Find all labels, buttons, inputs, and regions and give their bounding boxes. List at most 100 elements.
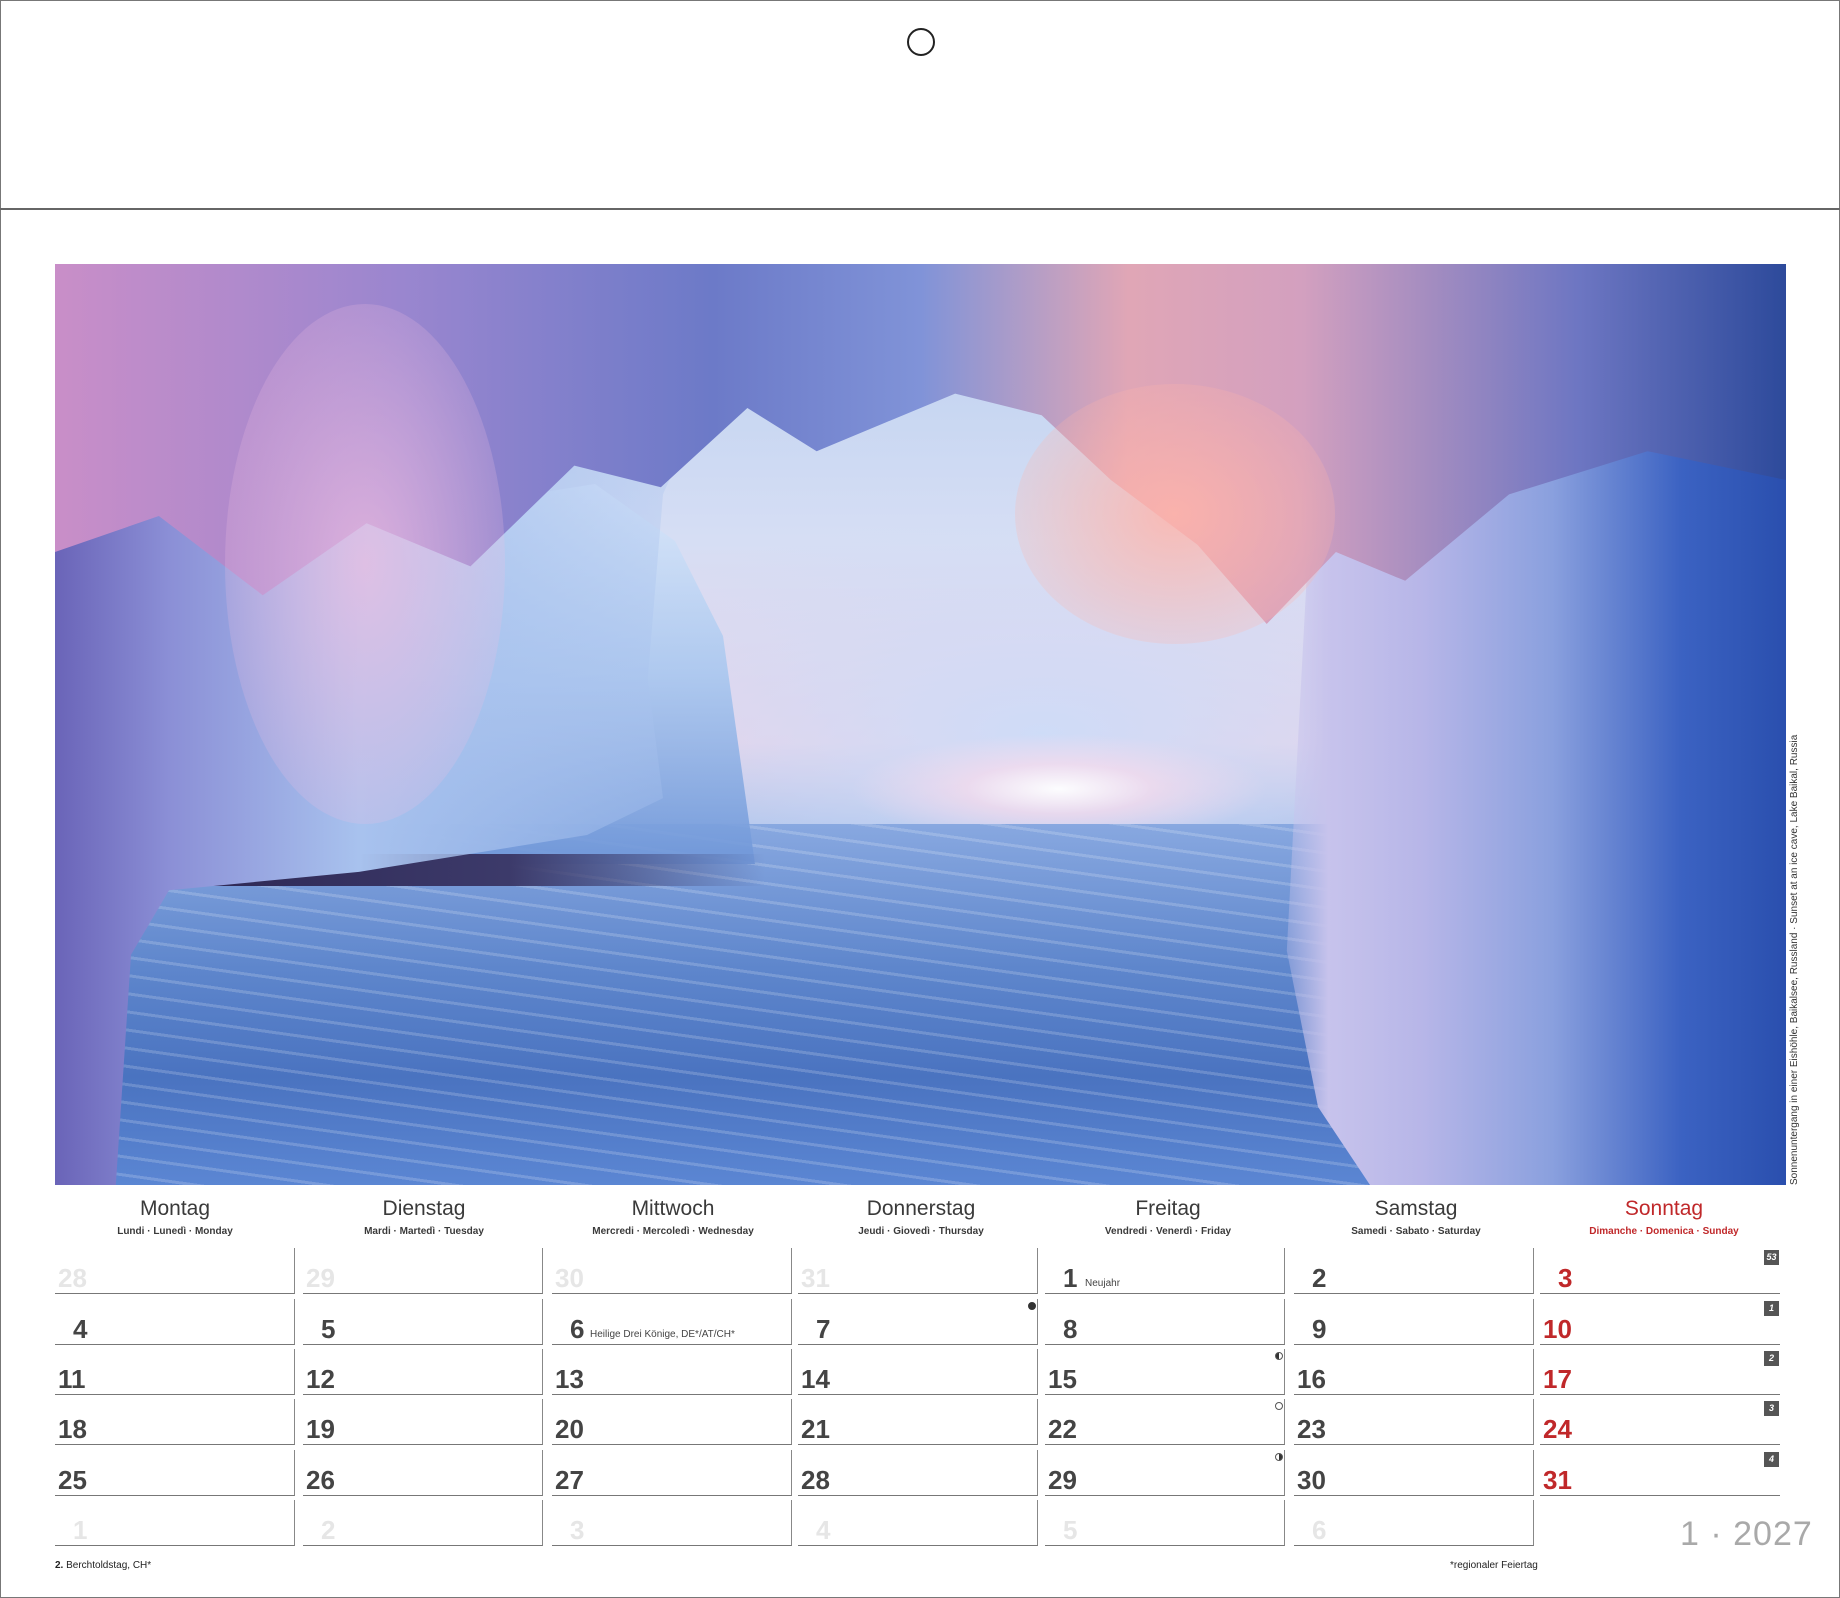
day-cell: 5 [303,1299,543,1345]
footnote-holiday: 2. Berchtoldstag, CH* [55,1560,151,1571]
photo-caption: Sonnenuntergang in einer Eishöhle, Baika… [1789,734,1800,1185]
weekday-name: Mittwoch [631,1197,715,1220]
day-number: 4 [816,1515,831,1545]
day-number: 9 [1312,1314,1327,1344]
day-number: 30 [555,1263,584,1293]
weekday-translations: Dimanche · Domenica · Sunday [1589,1226,1739,1237]
day-number: 26 [306,1465,335,1495]
day-cell: 11 [55,1349,295,1395]
footnote-day: 2. [55,1560,64,1571]
photo-sunlit-ice [1015,384,1335,644]
day-cell: 27 [552,1450,792,1496]
day-number: 19 [306,1414,335,1444]
weekday-translations: Jeudi · Giovedì · Thursday [858,1226,984,1237]
day-number: 3 [1558,1263,1573,1293]
day-cell: 31 [798,1248,1038,1294]
full-moon-icon [1028,1302,1036,1310]
week-number-badge: 1 [1764,1301,1779,1316]
weekday-header-monday: Montag Lundi · Lunedì · Monday [57,1196,293,1237]
hanging-hole [907,28,935,56]
day-number: 28 [801,1465,830,1495]
week-number-badge: 53 [1764,1250,1779,1265]
calendar-photo [55,264,1786,1185]
day-number: 10 [1543,1314,1572,1344]
holiday-label: Heilige Drei Könige, DE*/AT/CH* [590,1329,735,1340]
weekday-translations: Mardi · Martedì · Tuesday [364,1226,484,1237]
day-cell: 28 [55,1248,295,1294]
day-number: 22 [1048,1414,1077,1444]
day-number: 2 [1312,1263,1327,1293]
day-number: 1 [73,1515,88,1545]
weekday-translations: Samedi · Sabato · Saturday [1351,1226,1481,1237]
week-number-badge: 4 [1764,1452,1779,1467]
day-number: 1 [1063,1263,1078,1293]
weekday-header-saturday: Samstag Samedi · Sabato · Saturday [1298,1196,1534,1237]
day-number: 12 [306,1364,335,1394]
day-cell: 19 [303,1399,543,1445]
day-cell: 8 [1045,1299,1285,1345]
day-number: 29 [306,1263,335,1293]
day-cell: 2 [303,1500,543,1546]
day-cell: 9 [1294,1299,1534,1345]
day-number: 27 [555,1465,584,1495]
day-cell: 29 [303,1248,543,1294]
day-cell: 16 [1294,1349,1534,1395]
weekday-header-sunday: Sonntag Dimanche · Domenica · Sunday [1546,1196,1782,1237]
day-number: 8 [1063,1314,1078,1344]
day-cell: 20 [552,1399,792,1445]
day-number: 21 [801,1414,830,1444]
weekday-translations: Lundi · Lunedì · Monday [117,1226,233,1237]
weekday-header-thursday: Donnerstag Jeudi · Giovedì · Thursday [803,1196,1039,1237]
weekday-header-tuesday: Dienstag Mardi · Martedì · Tuesday [306,1196,542,1237]
day-number: 15 [1048,1364,1077,1394]
weekday-name: Sonntag [1624,1197,1704,1220]
day-cell: 6 [1294,1500,1534,1546]
day-cell: 3 [552,1500,792,1546]
day-number: 25 [58,1465,87,1495]
day-number: 20 [555,1414,584,1444]
day-number: 7 [816,1314,831,1344]
day-cell-sunday: 10 1 [1540,1299,1780,1345]
month-year-label: 1 · 2027 [1680,1515,1813,1553]
weekday-translations: Vendredi · Venerdì · Friday [1104,1226,1232,1237]
day-number: 14 [801,1364,830,1394]
day-number: 11 [58,1364,86,1394]
day-cell-sunday: 17 2 [1540,1349,1780,1395]
holiday-label: Neujahr [1085,1278,1121,1289]
day-cell: 22 [1045,1399,1285,1445]
day-cell: 26 [303,1450,543,1496]
day-cell: 7 [798,1299,1038,1345]
day-number: 5 [321,1314,336,1344]
day-cell: 1 [55,1500,295,1546]
day-cell: 4 [55,1299,295,1345]
day-number: 18 [58,1414,87,1444]
day-number: 31 [801,1263,830,1293]
week-number-badge: 3 [1764,1401,1779,1416]
day-cell: 14 [798,1349,1038,1395]
day-cell: 1 Neujahr [1045,1248,1285,1294]
footnote-text: Berchtoldstag, CH* [66,1560,152,1571]
day-cell: 15 [1045,1349,1285,1395]
day-number: 29 [1048,1465,1077,1495]
footnote-regional: *regionaler Feiertag [1450,1560,1538,1571]
day-number: 2 [321,1515,336,1545]
weekday-name: Dienstag [382,1197,466,1220]
day-cell: 30 [552,1248,792,1294]
weekday-name: Freitag [1135,1197,1201,1220]
weekday-name: Samstag [1374,1197,1458,1220]
weekday-translations: Mercredi · Mercoledì · Wednesday [592,1226,754,1237]
day-cell: 5 [1045,1500,1285,1546]
photo-blurred-icicle [225,304,505,824]
day-cell: 4 [798,1500,1038,1546]
last-quarter-moon-icon [1275,1352,1283,1360]
day-number: 3 [570,1515,585,1545]
day-cell: 13 [552,1349,792,1395]
day-cell-sunday: 31 4 [1540,1450,1780,1496]
day-number: 24 [1543,1414,1572,1444]
day-cell: 30 [1294,1450,1534,1496]
day-cell: 25 [55,1450,295,1496]
hanging-strip [0,0,1840,210]
week-number-badge: 2 [1764,1351,1779,1366]
new-moon-icon [1275,1402,1283,1410]
weekday-header-wednesday: Mittwoch Mercredi · Mercoledì · Wednesda… [555,1196,791,1237]
